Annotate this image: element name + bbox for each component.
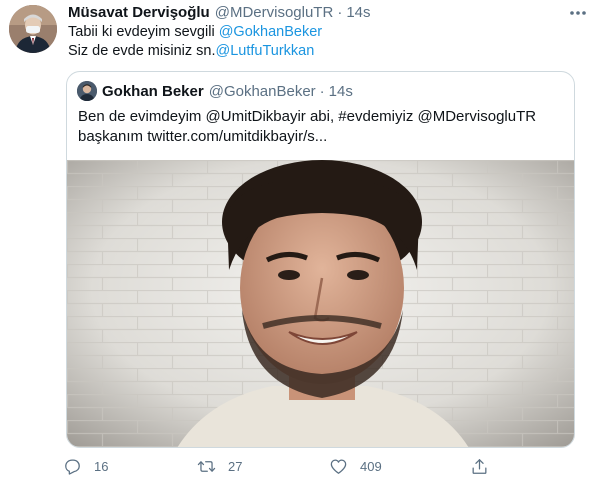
tweet-timestamp[interactable]: 14s bbox=[346, 4, 370, 22]
quoted-tweet-photo[interactable] bbox=[67, 160, 574, 447]
tweet-body-line-1: Tabii ki evdeyim sevgili @GokhanBeker bbox=[68, 23, 568, 42]
heart-icon bbox=[329, 457, 348, 476]
like-count: 409 bbox=[360, 458, 382, 474]
quoted-tweet-header: Gokhan Beker @GokhanBeker · 14s bbox=[77, 81, 353, 101]
author-handle[interactable]: @MDervisogluTR bbox=[215, 4, 334, 22]
separator-dot: · bbox=[337, 4, 343, 21]
retweet-count: 27 bbox=[228, 458, 243, 474]
tweet-body-line-2: Siz de evde misiniz sn.@LutfuTurkkan bbox=[68, 42, 568, 61]
author-display-name[interactable]: Müsavat Dervişoğlu bbox=[68, 4, 210, 22]
share-icon bbox=[470, 457, 489, 476]
mention-link[interactable]: @GokhanBeker bbox=[219, 24, 322, 40]
retweet-button[interactable]: 27 bbox=[197, 455, 242, 477]
reply-button[interactable]: 16 bbox=[63, 455, 108, 477]
quoted-text-line-2: başkanım twitter.com/umitdikbayir/s... bbox=[78, 128, 328, 145]
quoted-author-display-name: Gokhan Beker bbox=[102, 82, 204, 100]
tweet-body: Tabii ki evdeyim sevgili @GokhanBeker Si… bbox=[68, 23, 568, 61]
reply-count: 16 bbox=[94, 458, 109, 474]
tweet-text: Tabii ki evdeyim sevgili bbox=[68, 24, 219, 40]
author-avatar[interactable] bbox=[9, 5, 57, 53]
tweet-actions: 16 27 409 bbox=[63, 455, 493, 477]
ellipsis-icon[interactable] bbox=[566, 3, 590, 23]
reply-icon bbox=[63, 457, 82, 476]
quoted-tweet[interactable]: Gokhan Beker @GokhanBeker · 14s Ben de e… bbox=[66, 71, 575, 448]
quoted-author-avatar bbox=[77, 81, 97, 101]
tweet-text: Siz de evde misiniz sn. bbox=[68, 43, 216, 59]
share-button[interactable] bbox=[470, 455, 489, 477]
tweet-header: Müsavat Dervişoğlu @MDervisogluTR · 14s bbox=[68, 4, 371, 22]
quoted-tweet-text: Ben de evimdeyim @UmitDikbayir abi, #evd… bbox=[78, 107, 564, 147]
retweet-icon bbox=[197, 457, 216, 476]
tweet-card[interactable]: Müsavat Dervişoğlu @MDervisogluTR · 14s … bbox=[0, 0, 597, 489]
quoted-tweet-timestamp: 14s bbox=[328, 82, 353, 100]
separator-dot: · bbox=[319, 82, 325, 100]
mention-link[interactable]: @LutfuTurkkan bbox=[215, 43, 314, 59]
quoted-text-line-1: Ben de evimdeyim @UmitDikbayir abi, #evd… bbox=[78, 108, 537, 125]
like-button[interactable]: 409 bbox=[329, 455, 382, 477]
quoted-author-handle: @GokhanBeker bbox=[208, 82, 316, 100]
